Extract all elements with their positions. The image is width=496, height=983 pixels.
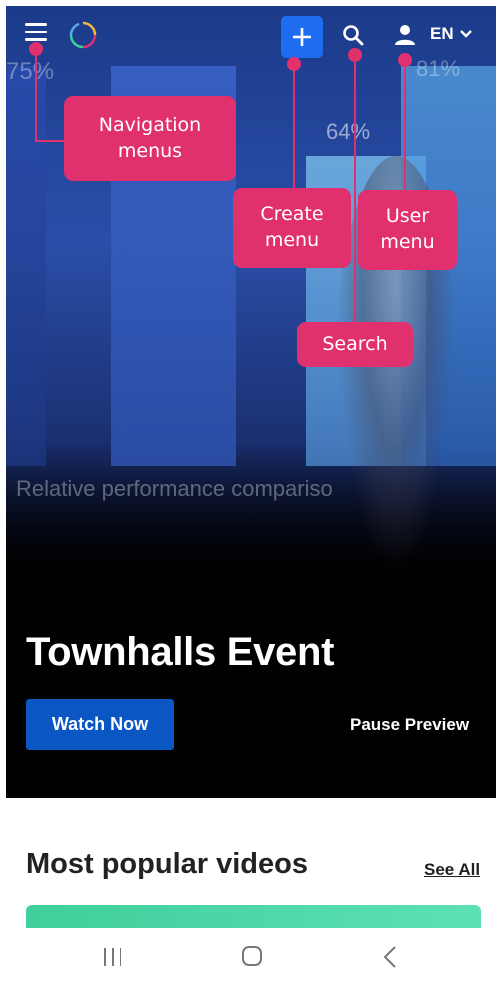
back-icon[interactable] [383, 946, 397, 968]
loading-ring-logo-icon[interactable] [68, 20, 98, 50]
system-nav-bar [0, 928, 496, 983]
top-bar: EN [6, 6, 496, 62]
hamburger-menu-icon[interactable] [24, 20, 48, 44]
section-title: Most popular videos [26, 848, 308, 880]
callout-line-user [404, 65, 406, 191]
hero-bg-caption: Relative performance compariso [16, 476, 333, 501]
callout-line-search [354, 60, 356, 324]
hero-bg-percent: 75% [6, 58, 55, 85]
hero-bg-percent: 64% [326, 119, 371, 144]
video-card[interactable] [26, 905, 481, 928]
watch-now-button[interactable]: Watch Now [26, 699, 174, 750]
callout-line-create [293, 69, 295, 189]
callout-line-navigation [35, 140, 67, 142]
callout-line-navigation [35, 54, 37, 142]
search-icon [343, 25, 364, 46]
home-icon[interactable] [242, 946, 262, 966]
plus-icon [293, 28, 311, 46]
see-all-link[interactable]: See All [424, 860, 480, 880]
hero-title: Townhalls Event [26, 630, 335, 674]
language-selector[interactable]: EN [430, 24, 472, 44]
search-button[interactable] [338, 20, 368, 50]
recents-icon[interactable] [104, 948, 122, 966]
callout-search: Search [297, 322, 413, 367]
pause-preview-button[interactable]: Pause Preview [350, 715, 469, 735]
callout-create-menu: Create menu [233, 188, 351, 268]
callout-navigation-menus: Navigation menus [64, 96, 236, 181]
user-icon [395, 25, 415, 45]
user-menu-button[interactable] [390, 20, 420, 50]
create-button[interactable] [281, 16, 323, 58]
language-label: EN [430, 24, 454, 43]
callout-user-menu: User menu [358, 190, 457, 270]
chart-bar-bg [6, 66, 46, 466]
chevron-down-icon [459, 30, 472, 38]
